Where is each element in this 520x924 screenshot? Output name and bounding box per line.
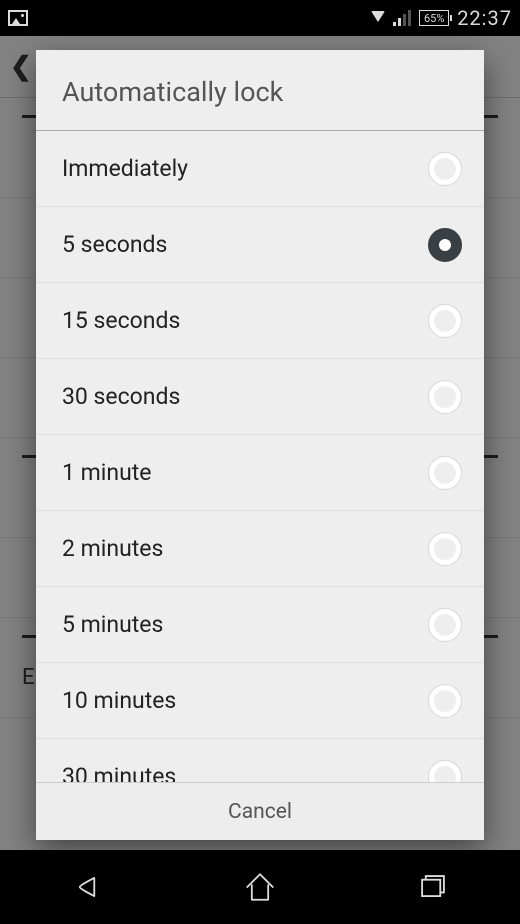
radio-icon-selected: [428, 228, 462, 262]
back-icon: [67, 867, 107, 907]
option-label: 5 minutes: [62, 611, 163, 638]
radio-icon: [428, 684, 462, 718]
radio-icon: [428, 608, 462, 642]
nav-home-button[interactable]: [238, 865, 282, 909]
option-30-minutes[interactable]: 30 minutes: [36, 739, 484, 782]
recent-apps-icon: [413, 867, 453, 907]
nav-recent-button[interactable]: [411, 865, 455, 909]
option-label: 1 minute: [62, 459, 152, 486]
image-notification-icon: [8, 10, 28, 26]
option-15-seconds[interactable]: 15 seconds: [36, 283, 484, 359]
option-2-minutes[interactable]: 2 minutes: [36, 511, 484, 587]
option-immediately[interactable]: Immediately: [36, 131, 484, 207]
radio-icon: [428, 152, 462, 186]
navigation-bar: [0, 850, 520, 924]
radio-icon: [428, 304, 462, 338]
option-label: 10 minutes: [62, 687, 176, 714]
battery-percent: 65%: [419, 10, 449, 26]
status-bar: 65% 22:37: [0, 0, 520, 36]
option-label: 5 seconds: [62, 231, 167, 258]
wifi-icon: [371, 11, 385, 22]
option-1-minute[interactable]: 1 minute: [36, 435, 484, 511]
screen: 65% 22:37 ❮ Encrypt phone Automatically …: [0, 0, 520, 924]
option-label: Immediately: [62, 155, 188, 182]
option-30-seconds[interactable]: 30 seconds: [36, 359, 484, 435]
option-label: 30 seconds: [62, 383, 180, 410]
nav-back-button[interactable]: [65, 865, 109, 909]
radio-icon: [428, 380, 462, 414]
status-clock: 22:37: [457, 6, 512, 30]
battery-indicator: 65%: [419, 10, 449, 26]
option-5-seconds[interactable]: 5 seconds: [36, 207, 484, 283]
radio-icon: [428, 760, 462, 783]
option-label: 15 seconds: [62, 307, 180, 334]
auto-lock-dialog: Automatically lock Immediately 5 seconds…: [36, 50, 484, 840]
radio-icon: [428, 456, 462, 490]
option-label: 30 minutes: [62, 763, 176, 782]
status-left: [8, 10, 28, 26]
status-right: 65% 22:37: [371, 6, 512, 30]
option-5-minutes[interactable]: 5 minutes: [36, 587, 484, 663]
option-label: 2 minutes: [62, 535, 163, 562]
options-list: Immediately 5 seconds 15 seconds 30 seco…: [36, 131, 484, 782]
home-icon: [240, 867, 280, 907]
cancel-button[interactable]: Cancel: [36, 782, 484, 840]
dialog-title: Automatically lock: [36, 50, 484, 131]
option-10-minutes[interactable]: 10 minutes: [36, 663, 484, 739]
radio-icon: [428, 532, 462, 566]
signal-icon: [393, 10, 411, 26]
